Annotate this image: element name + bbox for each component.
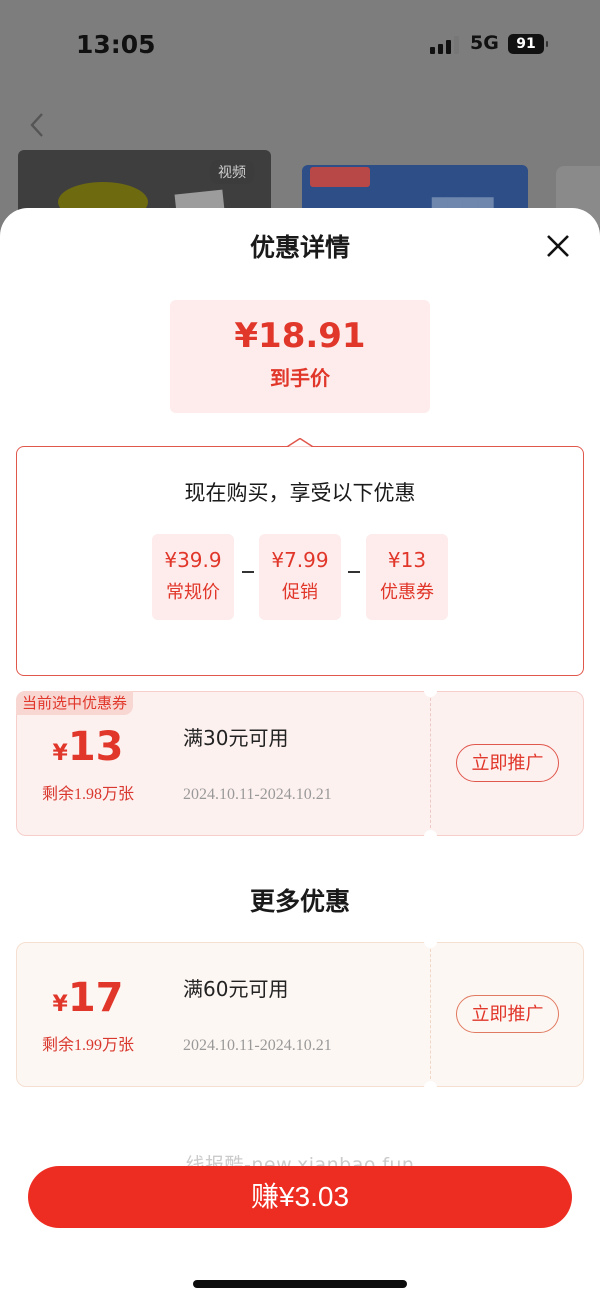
final-price-label: 到手价 xyxy=(270,366,330,390)
breakdown-item-coupon: ¥13 优惠券 xyxy=(366,534,448,620)
minus-icon xyxy=(242,571,254,573)
breakdown-item-promotion: ¥7.99 促销 xyxy=(259,534,341,620)
coupon-amount: ¥17 xyxy=(52,975,124,1021)
final-price: ¥18.91 xyxy=(234,316,366,356)
home-indicator[interactable] xyxy=(193,1280,407,1288)
selected-coupon-card[interactable]: 当前选中优惠券 ¥13 剩余1.98万张 满30元可用 2024.10.11-2… xyxy=(16,684,584,843)
coupon-divider xyxy=(430,949,431,1079)
breakdown-title: 现在购买，享受以下优惠 xyxy=(184,481,416,505)
coupon-divider xyxy=(430,698,431,828)
status-bar: 13:05 5G 91 xyxy=(0,0,600,90)
discount-details-sheet: 优惠详情 ¥18.91 到手价 现在购买，享受以下优惠 ¥39.9 常规价 ¥7… xyxy=(0,208,600,1300)
video-badge: 视频 xyxy=(210,160,254,184)
promote-now-button[interactable]: 立即推广 xyxy=(456,744,559,782)
selected-coupon-tag: 当前选中优惠券 xyxy=(16,691,134,715)
status-time: 13:05 xyxy=(76,30,156,59)
coupon-valid-dates: 2024.10.11-2024.10.21 xyxy=(183,1037,332,1054)
coupon-valid-dates: 2024.10.11-2024.10.21 xyxy=(183,786,332,803)
promote-now-button[interactable]: 立即推广 xyxy=(456,995,559,1033)
battery-icon: 91 xyxy=(508,34,548,54)
back-arrow-icon[interactable] xyxy=(26,108,48,142)
sheet-title: 优惠详情 xyxy=(249,233,350,262)
more-discounts-title: 更多优惠 xyxy=(249,887,350,916)
final-price-box: ¥18.91 到手价 xyxy=(170,300,430,413)
earn-commission-button[interactable]: 赚¥3.03 xyxy=(28,1166,572,1228)
close-icon[interactable] xyxy=(540,228,576,264)
coupon-remaining: 剩余1.98万张 xyxy=(41,786,134,803)
coupon-remaining: 剩余1.99万张 xyxy=(41,1037,134,1054)
breakdown-item-regular-price: ¥39.9 常规价 xyxy=(152,534,234,620)
brand-logo xyxy=(310,167,370,187)
coupon-card[interactable]: ¥17 剩余1.99万张 满60元可用 2024.10.11-2024.10.2… xyxy=(16,935,584,1094)
coupon-amount: ¥13 xyxy=(52,724,124,770)
minus-icon xyxy=(348,571,360,573)
network-type: 5G xyxy=(470,32,499,54)
coupon-condition: 满30元可用 xyxy=(183,726,289,750)
coupon-condition: 满60元可用 xyxy=(183,977,289,1001)
price-breakdown: 现在购买，享受以下优惠 ¥39.9 常规价 ¥7.99 促销 ¥13 优惠券 xyxy=(16,446,584,676)
signal-icon xyxy=(430,36,460,54)
